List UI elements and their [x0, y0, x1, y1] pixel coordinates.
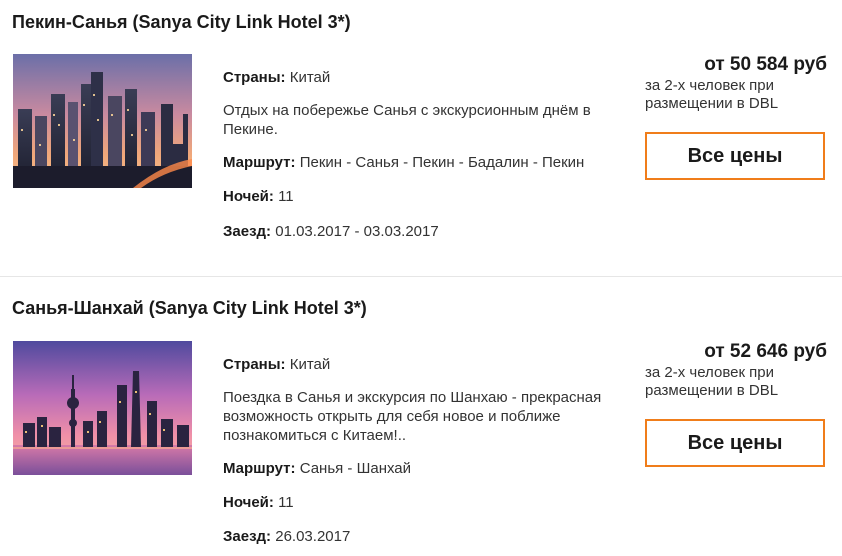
countries-row: Страны: Китай: [223, 355, 330, 374]
route-label: Маршрут:: [223, 154, 296, 171]
shanghai-skyline-photo[interactable]: [13, 341, 192, 475]
checkin-value: 26.03.2017: [275, 528, 351, 545]
route-row: Маршрут: Пекин - Санья - Пекин - Бадалин…: [223, 153, 584, 172]
nights-label: Ночей:: [223, 494, 274, 511]
nights-row: Ночей: 11: [223, 187, 294, 206]
tour-card: Санья-Шанхай (Sanya City Link Hotel 3*): [0, 277, 842, 556]
price: от 52 646 руб: [704, 341, 827, 362]
beijing-skyline-photo[interactable]: [13, 54, 192, 188]
route-label: Маршрут:: [223, 460, 296, 477]
tour-title-link[interactable]: Санья-Шанхай (Sanya City Link Hotel 3*): [12, 298, 367, 319]
countries-label: Страны:: [223, 356, 286, 373]
checkin-value: 01.03.2017 - 03.03.2017: [275, 223, 439, 240]
route-value: Санья - Шанхай: [299, 460, 412, 477]
all-prices-button[interactable]: Все цены: [645, 132, 825, 180]
countries-row: Страны: Китай: [223, 68, 330, 87]
tour-description: Отдых на побережье Санья с экскурсионным…: [223, 102, 591, 138]
checkin-label: Заезд:: [223, 528, 272, 545]
all-prices-button[interactable]: Все цены: [645, 419, 825, 467]
countries-value: Китай: [289, 69, 331, 86]
tour-title-link[interactable]: Пекин-Санья (Sanya City Link Hotel 3*): [12, 12, 351, 33]
nights-value: 11: [278, 188, 294, 205]
nights-row: Ночей: 11: [223, 493, 294, 512]
nights-label: Ночей:: [223, 188, 274, 205]
price-note: за 2-х человек при размещении в DBL: [645, 77, 779, 112]
checkin-row: Заезд: 01.03.2017 - 03.03.2017: [223, 222, 439, 241]
tour-description: Поездка в Санья и экскурсия по Шанхаю - …: [223, 389, 602, 444]
countries-value: Китай: [289, 356, 331, 373]
price-note: за 2-х человек при размещении в DBL: [645, 364, 779, 399]
route-value: Пекин - Санья - Пекин - Бадалин - Пекин: [299, 154, 585, 171]
nights-value: 11: [278, 494, 294, 511]
tour-card: Пекин-Санья (Sanya City Link Hotel 3*) С…: [0, 0, 842, 276]
price: от 50 584 руб: [704, 54, 827, 75]
route-row: Маршрут: Санья - Шанхай: [223, 459, 411, 478]
countries-label: Страны:: [223, 69, 286, 86]
checkin-row: Заезд: 26.03.2017: [223, 527, 350, 546]
checkin-label: Заезд:: [223, 223, 272, 240]
